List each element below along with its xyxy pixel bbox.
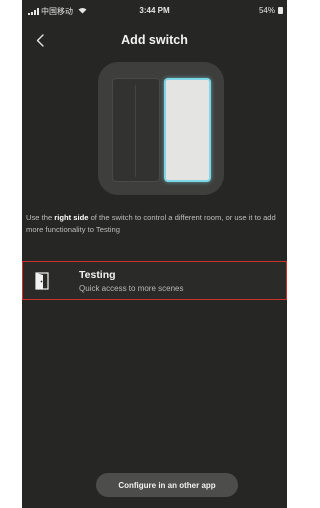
page-title: Add switch (121, 33, 188, 47)
battery-percent: 54% (258, 6, 275, 15)
status-time: 3:44 PM (139, 6, 170, 15)
instruction-text-bold: right side (54, 213, 89, 222)
header: Add switch (22, 26, 287, 56)
switch-illustration (98, 62, 224, 195)
battery-icon (278, 7, 283, 14)
configure-other-app-button[interactable]: Configure in an other app (96, 473, 238, 497)
door-icon (35, 272, 49, 290)
room-option-testing[interactable]: Testing Quick access to more scenes (22, 261, 287, 300)
instruction-text: Use the right side of the switch to cont… (26, 212, 287, 235)
app-screen: 中国移动 3:44 PM 54% Add switch Use the righ… (22, 0, 287, 508)
switch-divider-line (135, 85, 136, 177)
instruction-text-part1: Use the (26, 213, 55, 222)
status-bar: 中国移动 3:44 PM 54% (22, 0, 287, 20)
room-subtitle: Quick access to more scenes (79, 284, 184, 293)
switch-right-side-highlighted (164, 78, 211, 182)
room-name: Testing (79, 269, 116, 281)
switch-left-side (112, 78, 160, 182)
status-right: 54% (259, 6, 283, 15)
